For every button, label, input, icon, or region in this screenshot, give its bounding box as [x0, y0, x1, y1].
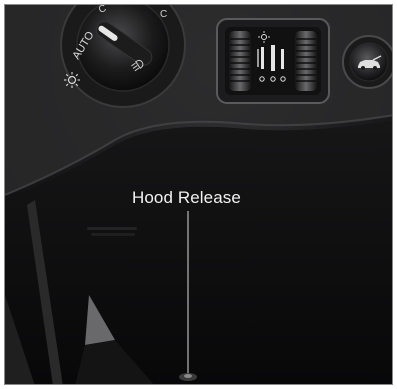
left-thumbwheel[interactable] — [229, 31, 251, 91]
right-thumbwheel[interactable] — [295, 31, 317, 91]
hood-release-label: Hood Release — [132, 188, 241, 207]
photo-frame: AUTO C C Hood Release — [4, 4, 393, 385]
svg-text:C: C — [160, 9, 167, 20]
hood-release-lever[interactable] — [179, 373, 197, 381]
